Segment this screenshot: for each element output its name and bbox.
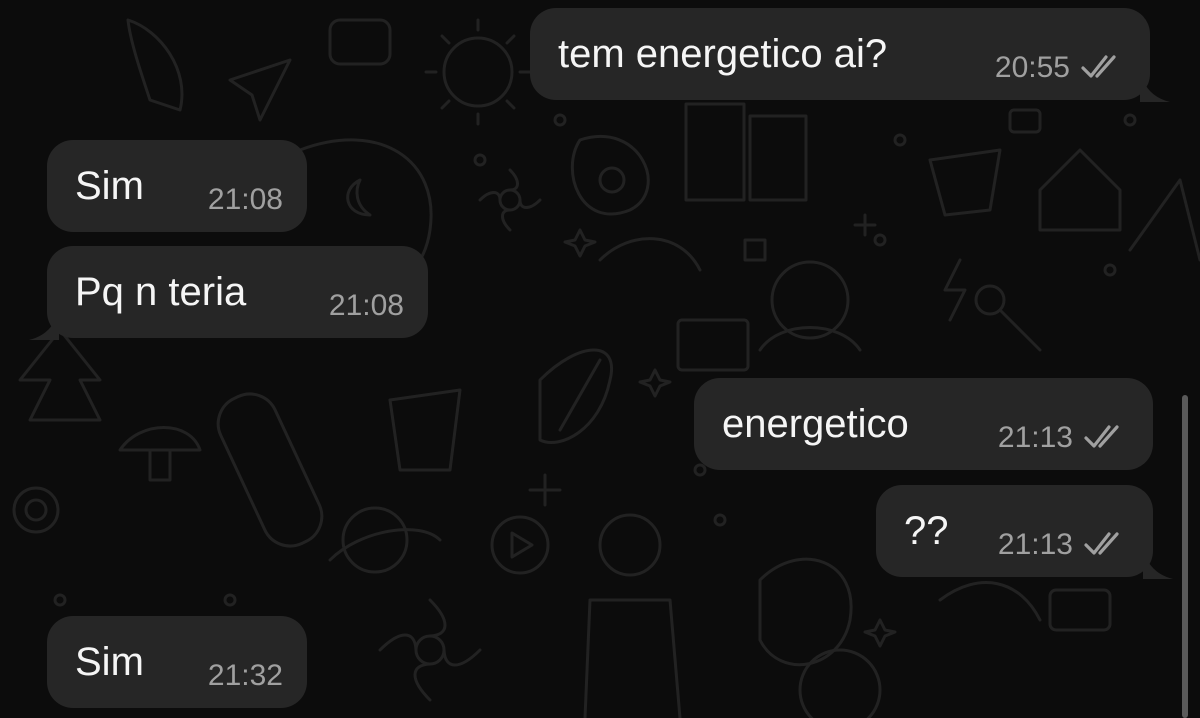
message-bubble-outgoing[interactable]: energetico 21:13 [694,378,1153,470]
chat-wallpaper-doodles [12,18,1200,718]
message-timestamp: 21:08 [328,289,404,322]
message-text: tem energetico ai? [558,32,888,76]
message-timestamp: 21:32 [207,659,283,692]
bubble-tail [1140,72,1170,102]
message-bubble-incoming[interactable]: Sim 21:32 [47,616,307,708]
message-text: Sim [75,164,144,208]
message-text: ?? [904,509,949,553]
bubble-tail [1143,549,1173,579]
double-check-icon [1084,425,1119,448]
chat-area[interactable]: tem energetico ai? 20:55 Sim 21:08 Pq n … [0,0,1200,718]
message-timestamp: 21:13 [997,421,1073,454]
message-text: Sim [75,640,144,684]
double-check-icon [1084,532,1119,555]
message-bubble-outgoing[interactable]: tem energetico ai? 20:55 [530,8,1170,102]
double-check-icon [1081,55,1116,78]
message-timestamp: 21:08 [207,183,283,216]
message-timestamp: 20:55 [994,51,1070,84]
bubble-tail [29,310,59,340]
chat-scrollbar[interactable] [1182,395,1188,718]
message-timestamp: 21:13 [997,528,1073,561]
message-bubble-incoming[interactable]: Pq n teria 21:08 [29,246,428,340]
message-text: energetico [722,402,909,446]
message-bubble-incoming[interactable]: Sim 21:08 [47,140,307,232]
message-text: Pq n teria [75,270,247,314]
message-bubble-outgoing[interactable]: ?? 21:13 [876,485,1173,579]
